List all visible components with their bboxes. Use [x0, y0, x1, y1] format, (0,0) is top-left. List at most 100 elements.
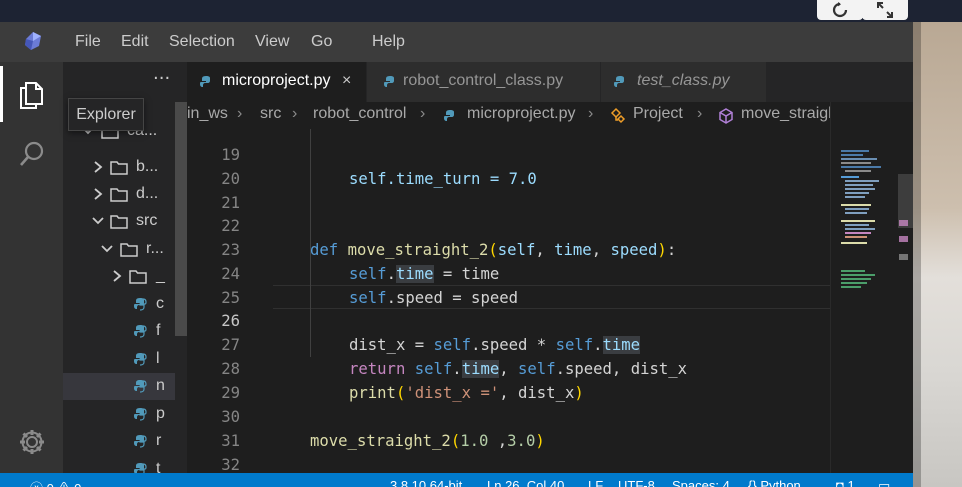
- python-file-icon: [134, 435, 147, 448]
- sidebar-header: ···: [63, 62, 187, 102]
- code-line: 29: [221, 384, 240, 402]
- search-button[interactable]: [0, 126, 63, 182]
- tree-file[interactable]: c: [63, 291, 175, 318]
- chevron-down-icon: [101, 245, 113, 253]
- tree-folder-b[interactable]: b...: [63, 154, 175, 181]
- python-file-icon: [134, 380, 147, 393]
- tree-folder-src[interactable]: src: [63, 208, 175, 235]
- braces-icon: {}: [748, 478, 757, 487]
- tree-label: r: [156, 432, 162, 449]
- tab-label: test_class.py: [637, 72, 730, 89]
- folder-icon: [129, 270, 147, 284]
- chevron-right-icon: ›: [420, 105, 426, 122]
- code-line: 33: [187, 453, 830, 473]
- close-tab-button[interactable]: ×: [342, 72, 351, 90]
- menubar: File Edit Selection View Go Help: [0, 22, 913, 62]
- python-file-icon: [134, 463, 147, 473]
- folder-open-icon: [110, 215, 128, 229]
- python-file-icon: [134, 298, 147, 311]
- tab-test-class[interactable]: test_class.py: [601, 62, 766, 102]
- breadcrumb-item[interactable]: src: [260, 105, 281, 123]
- explorer-icon: [19, 82, 43, 109]
- code-editor[interactable]: 19 self.time_turn = 7.0 20 21 22 def mov…: [187, 129, 830, 473]
- menu-view[interactable]: View: [255, 22, 289, 62]
- tree-label: b...: [136, 158, 159, 175]
- code-line-current: 26 dist_x = self.speed * self.time: [221, 312, 641, 354]
- breadcrumb-item[interactable]: microproject.py: [467, 105, 575, 123]
- python-file-icon: [384, 76, 394, 87]
- error-icon: ⓧ: [30, 481, 43, 487]
- breadcrumb-item[interactable]: in_ws: [187, 105, 228, 123]
- chevron-right-icon: ›: [697, 105, 703, 122]
- code-line: 23 self.time = time: [221, 241, 500, 283]
- chevron-right-icon: ›: [237, 105, 243, 122]
- gear-icon: [19, 430, 44, 454]
- folder-icon: [110, 161, 128, 175]
- python-file-icon: [614, 76, 624, 87]
- folder-open-icon: [120, 243, 138, 257]
- interpreter-indicator[interactable]: 3.8.10 64-bit: [390, 478, 462, 487]
- tree-label: l: [156, 350, 160, 367]
- breadcrumb-item[interactable]: robot_control: [313, 105, 406, 123]
- code-line: 32: [221, 456, 240, 473]
- tree-file[interactable]: f: [63, 318, 175, 345]
- chevron-right-icon: [113, 270, 122, 282]
- menu-file[interactable]: File: [75, 22, 101, 62]
- tree-folder-d[interactable]: d...: [63, 181, 175, 208]
- minimap-marker: [899, 236, 908, 242]
- menu-help[interactable]: Help: [372, 22, 405, 62]
- search-icon: [19, 141, 43, 166]
- tab-robot-control-class[interactable]: robot_control_class.py: [367, 62, 600, 102]
- tree-file-selected[interactable]: n: [63, 373, 175, 400]
- tree-file[interactable]: t: [63, 456, 175, 473]
- cursor-position[interactable]: Ln 26, Col 40: [487, 478, 564, 487]
- settings-button[interactable]: [0, 414, 63, 470]
- menu-go[interactable]: Go: [311, 22, 332, 62]
- tree-label: c: [156, 295, 164, 312]
- notifications-indicator[interactable]: ◘ 1: [836, 478, 855, 487]
- breadcrumb: in_ws › src › robot_control › microproje…: [187, 102, 913, 129]
- chevron-right-icon: [94, 161, 103, 173]
- tree-label: _: [156, 267, 165, 284]
- code-line: 24 self.speed = speed: [221, 265, 518, 307]
- indentation-indicator[interactable]: Spaces: 4: [672, 478, 730, 487]
- tree-file[interactable]: r: [63, 428, 175, 455]
- tab-microproject[interactable]: microproject.py ×: [187, 62, 366, 102]
- code-line: 31: [221, 432, 240, 450]
- explorer-button[interactable]: [0, 66, 63, 122]
- sidebar-scrollbar[interactable]: [175, 102, 187, 336]
- reload-button[interactable]: [817, 0, 863, 20]
- minimap-marker: [899, 254, 908, 260]
- layout-icon[interactable]: ▭: [878, 478, 890, 487]
- fullscreen-button[interactable]: [862, 0, 908, 20]
- tree-file[interactable]: p: [63, 401, 175, 428]
- tree-label: n: [156, 377, 165, 394]
- python-file-icon: [444, 110, 454, 121]
- language-mode[interactable]: {} Python: [748, 478, 801, 487]
- bell-icon: ◘: [836, 478, 844, 487]
- tree-folder-underscore[interactable]: _: [63, 263, 175, 290]
- chevron-down-icon: [92, 217, 104, 225]
- menu-edit[interactable]: Edit: [121, 22, 149, 62]
- breadcrumb-item[interactable]: Project: [633, 105, 683, 123]
- menu-selection[interactable]: Selection: [169, 22, 235, 62]
- tree-label: f: [156, 322, 161, 339]
- eol-indicator[interactable]: LF: [588, 478, 603, 487]
- code-line: 25: [221, 289, 240, 307]
- host-toolbar: [0, 0, 962, 22]
- problems-indicator[interactable]: ⓧ 0 ⚠ 0: [30, 478, 81, 487]
- code-line: 22 def move_straight_2(self, time, speed…: [221, 217, 677, 259]
- tree-label: p: [156, 405, 165, 422]
- explorer-tooltip: Explorer: [68, 98, 144, 131]
- tree-folder-r[interactable]: r...: [63, 236, 175, 263]
- encoding-indicator[interactable]: UTF-8: [618, 478, 655, 487]
- tree-label: d...: [136, 185, 159, 202]
- fullscreen-icon: [877, 2, 893, 18]
- tab-label: robot_control_class.py: [403, 72, 564, 89]
- minimap[interactable]: [830, 102, 913, 473]
- folder-icon: [110, 188, 128, 202]
- more-actions-button[interactable]: ···: [153, 68, 170, 89]
- tree-file[interactable]: l: [63, 346, 175, 373]
- python-file-icon: [134, 353, 147, 366]
- class-symbol-icon: [610, 107, 626, 124]
